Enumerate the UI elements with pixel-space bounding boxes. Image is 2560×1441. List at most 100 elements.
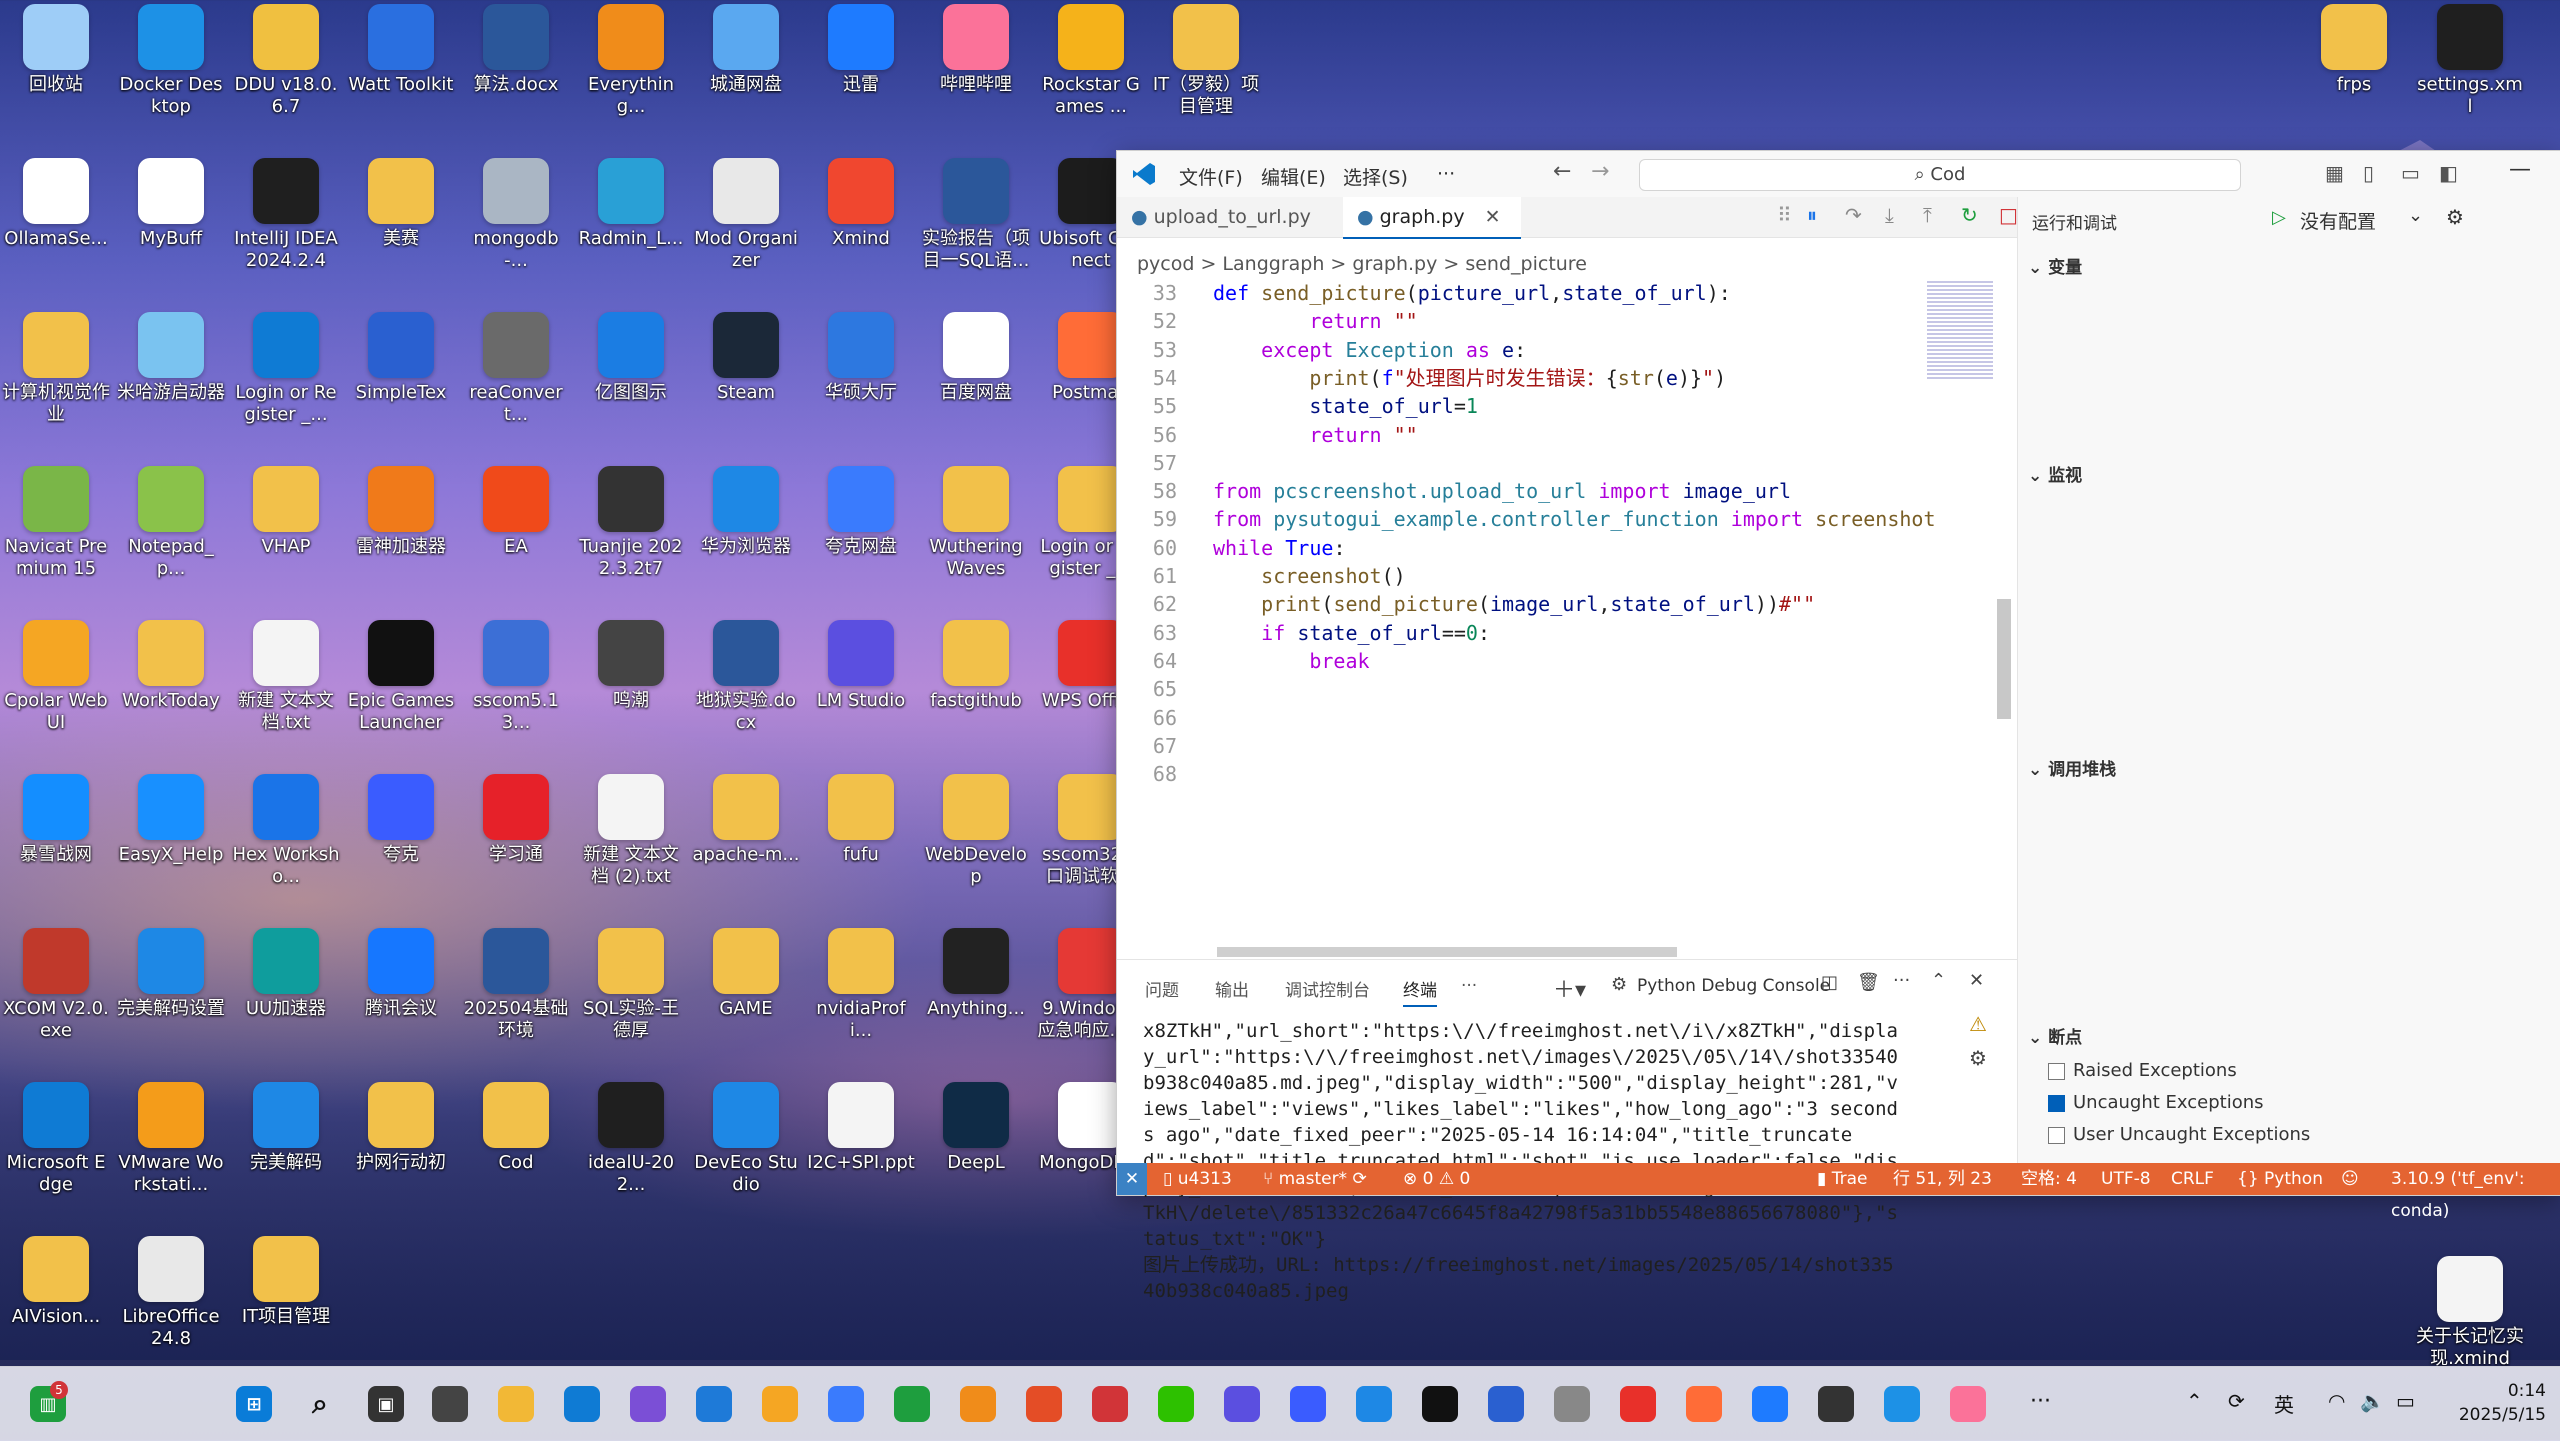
- desktop-icon[interactable]: 算法.docx: [462, 4, 570, 96]
- desktop-icon[interactable]: LibreOffice 24.8: [117, 1236, 225, 1350]
- desktop-icon[interactable]: 暴雪战网: [2, 774, 110, 866]
- taskbar-app-icon[interactable]: [1554, 1386, 1590, 1422]
- restart-icon[interactable]: ↻: [1961, 203, 1978, 227]
- desktop-icon[interactable]: fufu: [807, 774, 915, 866]
- code-line[interactable]: 67: [1117, 732, 1917, 760]
- taskbar-app-icon[interactable]: [432, 1386, 468, 1422]
- desktop-icon[interactable]: 夸克: [347, 774, 455, 866]
- desktop-icon[interactable]: Notepad_p...: [117, 466, 225, 580]
- status-branch[interactable]: ⑂ master* ⟳: [1263, 1163, 1367, 1195]
- desktop-icon[interactable]: Xmind: [807, 158, 915, 250]
- taskbar-app-icon[interactable]: [1686, 1386, 1722, 1422]
- desktop-icon[interactable]: UU加速器: [232, 928, 340, 1020]
- taskbar-app-icon[interactable]: [498, 1386, 534, 1422]
- panel-tab-debug-console[interactable]: 调试控制台: [1285, 976, 1370, 1001]
- taskbar-app-icon[interactable]: [894, 1386, 930, 1422]
- checkbox[interactable]: [2048, 1094, 2065, 1112]
- terminal-name[interactable]: Python Debug Console: [1637, 976, 1830, 996]
- desktop-icon[interactable]: 计算机视觉作业: [2, 312, 110, 426]
- section-callstack[interactable]: ⌄ 调用堆栈: [2028, 755, 2116, 780]
- panel-tab-output[interactable]: 输出: [1215, 976, 1249, 1001]
- status-spaces[interactable]: 空格: 4: [2021, 1163, 2077, 1195]
- nav-forward-icon[interactable]: →: [1591, 159, 1609, 184]
- taskbar-app-icon[interactable]: [828, 1386, 864, 1422]
- panel-tab-problems[interactable]: 问题: [1145, 976, 1179, 1001]
- desktop-icon[interactable]: 华硕大厅: [807, 312, 915, 404]
- desktop-icon[interactable]: apache-m...: [692, 774, 800, 866]
- desktop-icon[interactable]: 回收站: [2, 4, 110, 96]
- desktop-icon[interactable]: 亿图图示: [577, 312, 685, 404]
- taskbar-app-icon[interactable]: [1620, 1386, 1656, 1422]
- desktop-icon[interactable]: Tuanjie 2022.3.2t7: [577, 466, 685, 580]
- desktop-icon[interactable]: Microsoft Edge: [2, 1082, 110, 1196]
- desktop-icon[interactable]: LM Studio: [807, 620, 915, 712]
- code-line[interactable]: 53 except Exception as e:: [1117, 336, 1917, 364]
- desktop-icon[interactable]: XCOM V2.0.exe: [2, 928, 110, 1042]
- drag-handle-icon[interactable]: ⠿: [1777, 203, 1792, 227]
- desktop-icon[interactable]: EasyX_Help: [117, 774, 225, 866]
- desktop-icon[interactable]: Mod Organizer: [692, 158, 800, 272]
- code-line[interactable]: 57: [1117, 449, 1917, 477]
- desktop-icon[interactable]: Rockstar Games ...: [1037, 4, 1145, 118]
- desktop-icon[interactable]: 新建 文本文档.txt: [232, 620, 340, 734]
- desktop-icon[interactable]: VHAP: [232, 466, 340, 558]
- clock[interactable]: 0:14 2025/5/15: [2459, 1379, 2546, 1427]
- desktop-icon[interactable]: 城通网盘: [692, 4, 800, 96]
- desktop-icon[interactable]: DDU v18.0.6.7: [232, 4, 340, 118]
- tab-graph[interactable]: ● graph.py ✕: [1343, 197, 1521, 239]
- status-language[interactable]: {} Python: [2237, 1163, 2323, 1195]
- desktop-icon[interactable]: frps: [2300, 4, 2408, 96]
- breakpoint-option[interactable]: Raised Exceptions: [2048, 1055, 2310, 1087]
- desktop-icon[interactable]: 哔哩哔哩: [922, 4, 1030, 96]
- desktop-icon[interactable]: 护网行动初: [347, 1082, 455, 1174]
- desktop-icon[interactable]: 迅雷: [807, 4, 915, 96]
- menu-more[interactable]: ···: [1437, 163, 1455, 185]
- menu-file[interactable]: 文件(F): [1179, 163, 1243, 190]
- debug-session-icon[interactable]: ⚙: [1969, 1046, 1987, 1070]
- taskbar-app-icon[interactable]: [696, 1386, 732, 1422]
- desktop-icon[interactable]: I2C+SPI.ppt: [807, 1082, 915, 1174]
- code-editor[interactable]: 33 def send_picture(picture_url,state_of_…: [1117, 279, 2017, 959]
- split-terminal-icon[interactable]: ◫: [1821, 972, 1838, 993]
- desktop-icon[interactable]: Epic Games Launcher: [347, 620, 455, 734]
- desktop-icon[interactable]: sscom5.13...: [462, 620, 570, 734]
- code-line[interactable]: 60 while True:: [1117, 534, 1917, 562]
- desktop-icon[interactable]: 鸣潮: [577, 620, 685, 712]
- desktop-icon[interactable]: 腾讯会议: [347, 928, 455, 1020]
- taskbar-app-icon[interactable]: [960, 1386, 996, 1422]
- panel-more[interactable]: ···: [1461, 976, 1477, 996]
- taskbar-app-icon[interactable]: [762, 1386, 798, 1422]
- toggle-panel-icon[interactable]: ▭: [2401, 161, 2420, 185]
- desktop-icon[interactable]: 百度网盘: [922, 312, 1030, 404]
- code-line[interactable]: 63 if state_of_url==0:: [1117, 619, 1917, 647]
- maximize-panel-icon[interactable]: ⌃: [1931, 970, 1946, 991]
- task-view-icon[interactable]: ▣: [368, 1386, 404, 1422]
- code-line[interactable]: 58 from pcscreenshot.upload_to_url import…: [1117, 477, 1917, 505]
- desktop-icon[interactable]: 202504基础环境: [462, 928, 570, 1042]
- taskbar-app-icon[interactable]: [1290, 1386, 1326, 1422]
- status-problems[interactable]: ⊗ 0 ⚠ 0: [1403, 1163, 1470, 1195]
- taskbar-app-icon[interactable]: [1950, 1386, 1986, 1422]
- desktop-icon[interactable]: Everything...: [577, 4, 685, 118]
- desktop-icon[interactable]: IT（罗毅）项目管理: [1152, 4, 1260, 118]
- desktop-icon[interactable]: Anything...: [922, 928, 1030, 1020]
- desktop-icon[interactable]: Cod: [462, 1082, 570, 1174]
- taskbar-app-icon[interactable]: [1356, 1386, 1392, 1422]
- section-variables[interactable]: ⌄ 变量: [2028, 253, 2082, 278]
- breakpoint-option[interactable]: Uncaught Exceptions: [2048, 1087, 2310, 1119]
- command-center[interactable]: ⌕ Cod: [1639, 159, 2241, 191]
- desktop-icon[interactable]: Docker Desktop: [117, 4, 225, 118]
- warning-icon[interactable]: ⚠: [1969, 1012, 1987, 1036]
- desktop-icon[interactable]: SQL实验-王德厚: [577, 928, 685, 1042]
- gear-icon[interactable]: ⚙: [2446, 205, 2464, 229]
- copilot-icon[interactable]: ☺: [2341, 1163, 2359, 1195]
- tab-upload-to-url[interactable]: ● upload_to_url.py: [1117, 197, 1345, 237]
- status-position[interactable]: 行 51, 列 23: [1893, 1163, 1992, 1195]
- start-icon[interactable]: ⊞: [236, 1386, 272, 1422]
- status-trae[interactable]: ▮ Trae: [1817, 1163, 1868, 1195]
- code-line[interactable]: 55 state_of_url=1: [1117, 392, 1917, 420]
- desktop-icon[interactable]: 夸克网盘: [807, 466, 915, 558]
- code-line[interactable]: 61 screenshot(): [1117, 562, 1917, 590]
- desktop-icon[interactable]: MyBuff: [117, 158, 225, 250]
- run-config-select[interactable]: 没有配置: [2300, 207, 2376, 234]
